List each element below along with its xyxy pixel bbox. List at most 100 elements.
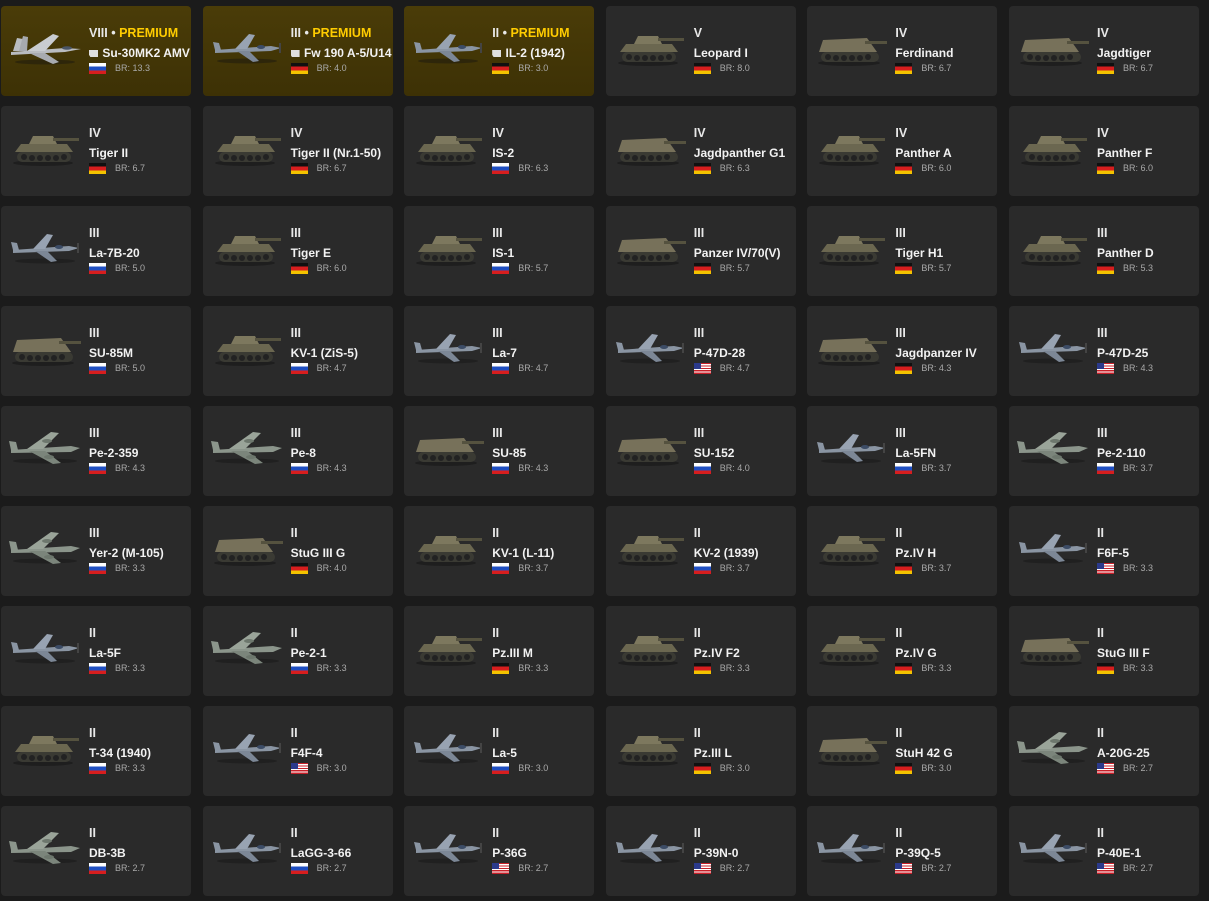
- vehicle-card[interactable]: IV IS-2 BR: 6.3: [404, 106, 595, 196]
- vehicle-card[interactable]: III Tiger E BR: 6.0: [202, 206, 393, 296]
- vehicle-card[interactable]: II StuG III G BR: 4.0: [202, 506, 393, 596]
- germany-flag-icon: [492, 63, 510, 74]
- vehicle-card[interactable]: III SU-85 BR: 4.3: [404, 406, 595, 496]
- vehicle-card[interactable]: III Pe-2-359 BR: 4.3: [1, 406, 191, 496]
- vehicle-card[interactable]: IV Tiger II (Nr.1-50) BR: 6.7: [202, 106, 393, 196]
- vehicle-card[interactable]: III Yer-2 (M-105) BR: 3.3: [1, 506, 191, 596]
- vehicle-card[interactable]: II StuG III F BR: 3.3: [1009, 606, 1199, 696]
- vehicle-card[interactable]: II KV-2 (1939) BR: 3.7: [605, 506, 796, 596]
- vehicle-card[interactable]: IV Panther A BR: 6.0: [807, 106, 998, 196]
- vehicle-card[interactable]: II P-39N-0 BR: 2.7: [605, 806, 796, 896]
- vehicle-rank-line: III: [1097, 326, 1195, 340]
- battle-rating: BR: 4.3: [316, 463, 347, 473]
- vehicle-card[interactable]: II F6F-5 BR: 3.3: [1009, 506, 1199, 596]
- vehicle-name-line: Pe-2-359: [89, 446, 187, 460]
- vehicle-card[interactable]: III Tiger H1 BR: 5.7: [807, 206, 998, 296]
- vehicle-name: La-7B-20: [89, 246, 140, 260]
- usa-flag-icon: [693, 863, 711, 874]
- vehicle-card[interactable]: II A-20G-25 BR: 2.7: [1009, 706, 1199, 796]
- vehicle-card[interactable]: II • PREMIUM IL-2 (1942) BR: 3.0: [404, 6, 595, 96]
- germany-flag-icon: [290, 63, 308, 74]
- vehicle-card[interactable]: VIII • PREMIUM Su-30MK2 AMV BR: 13.3: [1, 6, 191, 96]
- usa-flag-icon: [693, 363, 711, 374]
- vehicle-rank: II: [89, 726, 96, 740]
- vehicle-br-line: BR: 3.0: [492, 63, 590, 74]
- vehicle-card[interactable]: III SU-85M BR: 5.0: [1, 306, 191, 396]
- vehicle-rank: II: [693, 526, 701, 540]
- vehicle-name-line: DB-3B: [89, 846, 187, 860]
- vehicle-card[interactable]: II Pz.IV G BR: 3.3: [807, 606, 998, 696]
- vehicle-card[interactable]: III • PREMIUM Fw 190 A-5/U14 BR: 4.0: [202, 6, 393, 96]
- plane-thumbnail-icon: [1015, 826, 1091, 868]
- vehicle-card[interactable]: IV Tiger II BR: 6.7: [1, 106, 191, 196]
- vehicle-card[interactable]: II Pz.IV F2 BR: 3.3: [605, 606, 796, 696]
- vehicle-info: II Pz.IV G BR: 3.3: [895, 626, 993, 674]
- vehicle-name: P-39N-0: [693, 846, 739, 860]
- vehicle-card[interactable]: III Pe-8 BR: 4.3: [202, 406, 393, 496]
- vehicle-card[interactable]: II La-5 BR: 3.0: [404, 706, 595, 796]
- vehicle-name: StuG III F: [1097, 646, 1150, 660]
- battle-rating: BR: 3.7: [921, 463, 952, 473]
- vehicle-rank: III: [89, 526, 100, 540]
- vehicle-rank: III: [895, 226, 906, 240]
- ussr-flag-icon: [1097, 463, 1114, 474]
- vehicle-card[interactable]: III Pe-2-110 BR: 3.7: [1009, 406, 1199, 496]
- vehicle-name: Pz.IV G: [895, 646, 937, 660]
- battle-rating: BR: 3.3: [316, 663, 347, 673]
- vehicle-card[interactable]: II Pz.III L BR: 3.0: [605, 706, 796, 796]
- vehicle-name-line: StuG III G: [291, 546, 389, 560]
- vehicle-card[interactable]: III IS-1 BR: 5.7: [404, 206, 595, 296]
- tank-thumbnail-icon: [410, 626, 486, 668]
- vehicle-card[interactable]: II La-5F BR: 3.3: [1, 606, 191, 696]
- vehicle-info: II A-20G-25 BR: 2.7: [1097, 726, 1195, 774]
- vehicle-card[interactable]: II P-39Q-5 BR: 2.7: [807, 806, 998, 896]
- vehicle-info: II • PREMIUM IL-2 (1942) BR: 3.0: [492, 26, 590, 74]
- vehicle-card[interactable]: V Leopard I BR: 8.0: [605, 6, 796, 96]
- vehicle-info: III Pe-8 BR: 4.3: [290, 426, 389, 474]
- premium-label: PREMIUM: [119, 26, 179, 40]
- vehicle-rank: III: [895, 326, 906, 340]
- vehicle-br-line: BR: 6.7: [89, 163, 187, 174]
- vehicle-card[interactable]: II Pz.IV H BR: 3.7: [807, 506, 998, 596]
- vehicle-card[interactable]: II P-36G BR: 2.7: [404, 806, 595, 896]
- vehicle-card[interactable]: IV Jagdtiger BR: 6.7: [1009, 6, 1199, 96]
- vehicle-rank: III: [89, 326, 100, 340]
- vehicle-card[interactable]: II Pe-2-1 BR: 3.3: [202, 606, 393, 696]
- vehicle-card[interactable]: II P-40E-1 BR: 2.7: [1009, 806, 1199, 896]
- vehicle-card[interactable]: II T-34 (1940) BR: 3.3: [1, 706, 191, 796]
- vehicle-card[interactable]: II StuH 42 G BR: 3.0: [807, 706, 998, 796]
- usa-flag-icon: [895, 863, 913, 874]
- vehicle-card[interactable]: II Pz.III M BR: 3.3: [404, 606, 595, 696]
- jet-thumbnail-icon: [7, 26, 83, 68]
- vehicle-card[interactable]: III Panzer IV/70(V) BR: 5.7: [605, 206, 796, 296]
- vehicle-card[interactable]: III La-7 BR: 4.7: [404, 306, 595, 396]
- vehicle-card[interactable]: III KV-1 (ZiS-5) BR: 4.7: [202, 306, 393, 396]
- vehicle-card[interactable]: IV Ferdinand BR: 6.7: [807, 6, 998, 96]
- battle-rating: BR: 6.0: [316, 263, 347, 273]
- vehicle-name: P-40E-1: [1097, 846, 1142, 860]
- tank-thumbnail-icon: [813, 226, 889, 268]
- vehicle-name-line: Pe-8: [291, 446, 389, 460]
- vehicle-name: La-5F: [89, 646, 122, 660]
- vehicle-card[interactable]: IV Panther F BR: 6.0: [1009, 106, 1199, 196]
- vehicle-rank-line: II • PREMIUM: [492, 26, 590, 40]
- vehicle-card[interactable]: III SU-152 BR: 4.0: [605, 406, 796, 496]
- vehicle-card[interactable]: III P-47D-28 BR: 4.7: [605, 306, 796, 396]
- vehicle-br-line: BR: 4.7: [492, 363, 590, 374]
- vehicle-card[interactable]: IV Jagdpanther G1 BR: 6.3: [605, 106, 796, 196]
- ussr-flag-icon: [895, 463, 913, 474]
- vehicle-name: StuH 42 G: [895, 746, 953, 760]
- vehicle-name: P-39Q-5: [895, 846, 941, 860]
- vehicle-card[interactable]: III P-47D-25 BR: 4.3: [1009, 306, 1199, 396]
- vehicle-card[interactable]: III La-5FN BR: 3.7: [807, 406, 998, 496]
- vehicle-card[interactable]: III La-7B-20 BR: 5.0: [1, 206, 191, 296]
- vehicle-br-line: BR: 3.7: [492, 563, 590, 574]
- vehicle-card[interactable]: II DB-3B BR: 2.7: [1, 806, 191, 896]
- germany-flag-icon: [693, 663, 711, 674]
- vehicle-card[interactable]: III Jagdpanzer IV BR: 4.3: [807, 306, 998, 396]
- vehicle-br-line: BR: 5.0: [89, 363, 187, 374]
- vehicle-card[interactable]: III Panther D BR: 5.3: [1009, 206, 1199, 296]
- vehicle-card[interactable]: II KV-1 (L-11) BR: 3.7: [404, 506, 595, 596]
- vehicle-card[interactable]: II LaGG-3-66 BR: 2.7: [202, 806, 393, 896]
- vehicle-card[interactable]: II F4F-4 BR: 3.0: [202, 706, 393, 796]
